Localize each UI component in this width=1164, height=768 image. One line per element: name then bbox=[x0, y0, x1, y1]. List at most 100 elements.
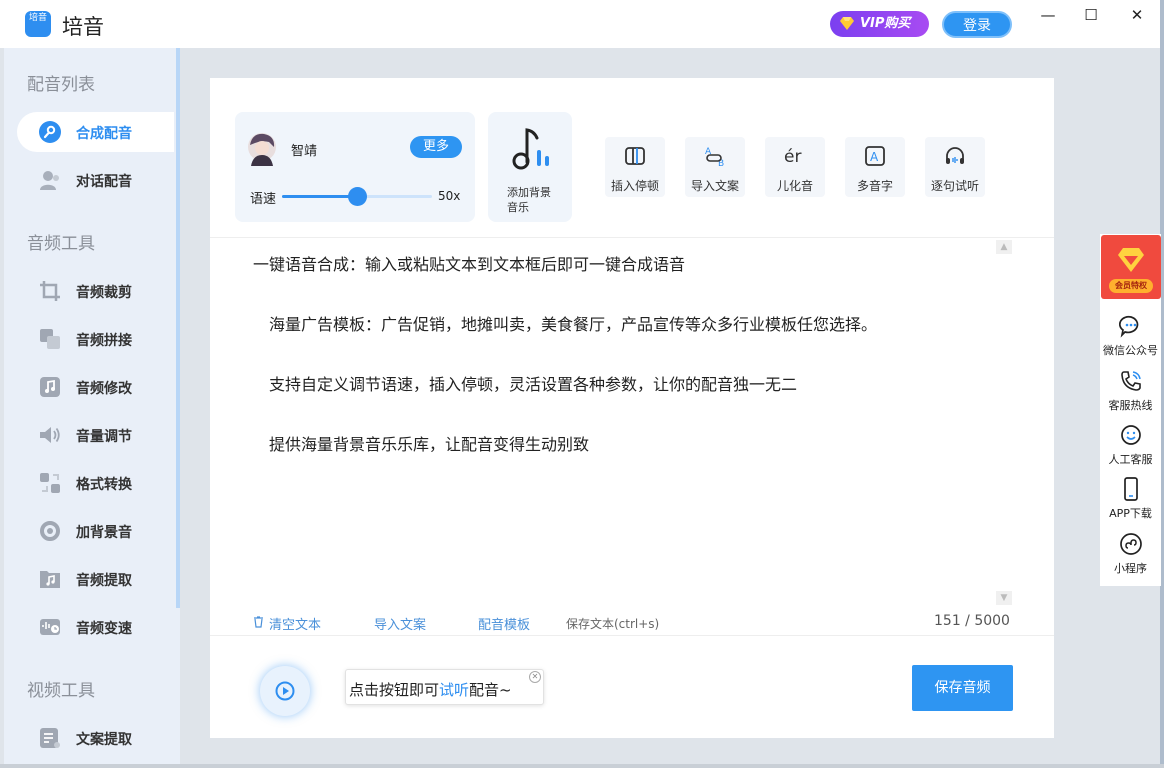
speed-value: 50x bbox=[438, 189, 461, 203]
sidebar-item-synthesis[interactable]: 合成配音 bbox=[17, 112, 174, 152]
sidebar-item-dialogue[interactable]: 对话配音 bbox=[17, 160, 174, 200]
editor-line: 一键语音合成：输入或粘贴文本到文本框后即可一键合成语音 bbox=[253, 255, 686, 274]
tool-label: 多音字 bbox=[856, 179, 893, 193]
voice-avatar[interactable] bbox=[247, 132, 277, 166]
editor-line: 海量广告模板：广告促销，地摊叫卖，美食餐厅，产品宣传等众多行业模板任您选择。 bbox=[269, 315, 878, 334]
sidebar-item-audio-crop[interactable]: 音频裁剪 bbox=[17, 271, 174, 311]
save-text-link[interactable]: 保存文本(ctrl+s) bbox=[566, 615, 659, 632]
sentence-preview-button[interactable]: 逐句试听 bbox=[925, 137, 985, 197]
float-panel: 会员特权 微信公众号 客服热线 人工客服 APP下载 小程序 bbox=[1100, 234, 1161, 586]
char-count: 151 / 5000 bbox=[934, 613, 1010, 629]
mini-program-icon bbox=[1120, 533, 1142, 555]
sidebar-item-speed-change[interactable]: 音频变速 bbox=[17, 607, 174, 647]
text-editor[interactable]: 一键语音合成：输入或粘贴文本到文本框后即可一键合成语音 海量广告模板：广告促销，… bbox=[210, 237, 1054, 605]
app-logo-icon: 培音 bbox=[25, 11, 51, 37]
save-audio-button[interactable]: 保存音频 bbox=[912, 665, 1013, 711]
scroll-up-arrow-icon[interactable]: ▲ bbox=[996, 240, 1012, 254]
trash-icon bbox=[254, 616, 263, 628]
bgm-label: 添加背景音乐 bbox=[507, 186, 551, 214]
diamond-icon bbox=[1118, 248, 1144, 272]
sidebar-item-audio-merge[interactable]: 音频拼接 bbox=[17, 319, 174, 359]
sidebar-item-format-convert[interactable]: 格式转换 bbox=[17, 463, 174, 503]
svg-text:ér: ér bbox=[784, 147, 801, 167]
play-icon bbox=[275, 681, 295, 701]
wechat-official-button[interactable]: 微信公众号 bbox=[1100, 314, 1161, 366]
sidebar-item-label: 音频变速 bbox=[76, 621, 132, 637]
human-service-button[interactable]: 人工客服 bbox=[1100, 423, 1161, 475]
tip-prefix: 点击按钮即可 bbox=[349, 681, 440, 699]
dialogue-icon bbox=[40, 171, 59, 190]
play-preview-button[interactable] bbox=[260, 666, 310, 716]
vip-label: VIP购买 bbox=[860, 16, 911, 31]
sidebar-item-text-extract[interactable]: 文案提取 bbox=[17, 718, 174, 758]
text-extract-icon bbox=[40, 728, 60, 748]
sidebar-item-label: 音频拼接 bbox=[76, 333, 132, 349]
sidebar-item-label: 格式转换 bbox=[76, 477, 132, 493]
tool-label: 导入文案 bbox=[690, 179, 739, 193]
more-voices-button[interactable]: 更多 bbox=[410, 136, 462, 158]
sidebar-item-audio-extract[interactable]: 音频提取 bbox=[17, 559, 174, 599]
sidebar-item-label: 音频提取 bbox=[76, 573, 132, 589]
sidebar-item-label: 对话配音 bbox=[76, 174, 132, 190]
promo-label: 会员特权 bbox=[1109, 279, 1153, 293]
phone-icon bbox=[1121, 371, 1141, 391]
close-button[interactable]: ✕ bbox=[1122, 6, 1152, 26]
section-title-video-tools: 视频工具 bbox=[27, 681, 95, 701]
sidebar-scrollbar[interactable] bbox=[176, 48, 180, 608]
clear-text-button[interactable]: 清空文本 bbox=[269, 614, 321, 633]
app-download-button[interactable]: APP下载 bbox=[1100, 477, 1161, 529]
login-button[interactable]: 登录 bbox=[942, 11, 1012, 38]
add-background-music-button[interactable]: 添加背景音乐 bbox=[488, 112, 572, 222]
erhua-button[interactable]: ér 儿化音 bbox=[765, 137, 825, 197]
vip-purchase-button[interactable]: VIP购买 bbox=[830, 11, 929, 37]
sidebar: 配音列表 合成配音 对话配音 音频工具 音频裁剪 音频拼接 音频修改 音量调节 … bbox=[4, 48, 180, 766]
speed-slider[interactable] bbox=[282, 187, 432, 206]
editor-line: 支持自定义调节语速，插入停顿，灵活设置各种参数，让你的配音独一无二 bbox=[269, 375, 798, 394]
mini-program-button[interactable]: 小程序 bbox=[1100, 532, 1161, 584]
speed-slider-knob[interactable] bbox=[348, 187, 367, 206]
float-item-label: APP下载 bbox=[1109, 507, 1152, 520]
speed-slider-fill bbox=[282, 195, 357, 198]
sidebar-item-label: 音频裁剪 bbox=[76, 285, 132, 301]
headphones-icon bbox=[946, 147, 964, 164]
scroll-down-arrow-icon[interactable]: ▼ bbox=[996, 591, 1012, 605]
diamond-icon bbox=[840, 17, 854, 30]
polyphone-button[interactable]: A 多音字 bbox=[845, 137, 905, 197]
pause-insert-icon bbox=[625, 147, 645, 165]
voice-card: 智靖 更多 语速 50x bbox=[235, 112, 475, 222]
music-note-icon bbox=[40, 377, 60, 397]
member-privilege-button[interactable]: 会员特权 bbox=[1101, 235, 1161, 299]
speed-change-icon bbox=[40, 619, 60, 635]
audio-extract-icon bbox=[40, 571, 60, 588]
dubbing-template-link[interactable]: 配音模板 bbox=[478, 614, 530, 633]
close-icon[interactable]: ✕ bbox=[529, 671, 541, 683]
section-title-audio-tools: 音频工具 bbox=[27, 234, 95, 254]
maximize-button[interactable]: ☐ bbox=[1076, 6, 1106, 26]
import-text-link[interactable]: 导入文案 bbox=[374, 614, 426, 633]
sidebar-item-label: 音频修改 bbox=[76, 381, 132, 397]
format-convert-icon bbox=[40, 473, 60, 493]
sidebar-item-label: 合成配音 bbox=[76, 126, 132, 142]
float-item-label: 客服热线 bbox=[1108, 399, 1153, 412]
editor-line: 提供海量背景音乐乐库，让配音变得生动别致 bbox=[269, 435, 590, 454]
import-text-button[interactable]: A B 导入文案 bbox=[685, 137, 745, 197]
minimize-button[interactable]: — bbox=[1033, 6, 1063, 26]
insert-pause-button[interactable]: 插入停顿 bbox=[605, 137, 665, 197]
svg-text:A: A bbox=[870, 150, 879, 164]
wechat-icon bbox=[1119, 315, 1139, 338]
main-panel: 智靖 更多 语速 50x 添加背景音乐 插入停顿 A B 导入文案 ér 儿化音… bbox=[210, 78, 1054, 738]
import-text-icon: A B bbox=[705, 147, 724, 167]
sidebar-item-label: 音量调节 bbox=[76, 429, 132, 445]
polyphone-icon: A bbox=[865, 146, 885, 166]
sidebar-item-volume[interactable]: 音量调节 bbox=[17, 415, 174, 455]
app-title: 培音 bbox=[62, 15, 104, 39]
preview-tip: 点击按钮即可试听配音~ ✕ bbox=[345, 669, 544, 705]
float-item-label: 人工客服 bbox=[1108, 453, 1153, 466]
crop-icon bbox=[40, 281, 60, 301]
window-bottom-edge bbox=[0, 764, 1164, 768]
tip-suffix: 配音~ bbox=[469, 681, 512, 699]
sidebar-item-background-music[interactable]: 加背景音 bbox=[17, 511, 174, 551]
sidebar-item-audio-edit[interactable]: 音频修改 bbox=[17, 367, 174, 407]
tip-highlight: 试听 bbox=[439, 681, 470, 699]
hotline-button[interactable]: 客服热线 bbox=[1100, 369, 1161, 421]
